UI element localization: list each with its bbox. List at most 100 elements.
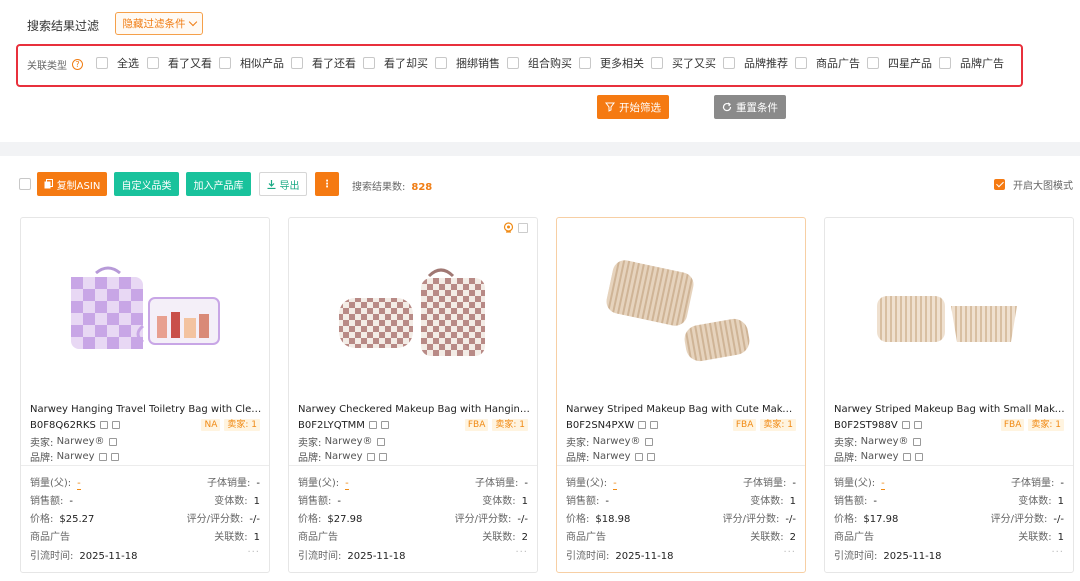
external-link-icon[interactable] bbox=[912, 437, 921, 446]
reset-conditions-button[interactable]: 重置条件 bbox=[714, 95, 786, 119]
brand-row: 品牌: Narwey bbox=[566, 449, 796, 464]
external-link-icon[interactable] bbox=[650, 421, 659, 429]
brand-name[interactable]: Narwey bbox=[593, 451, 631, 462]
relation-option-bundle[interactable]: 捆绑销售 bbox=[435, 55, 507, 71]
relation-option-viewed-also-viewed[interactable]: 看了还看 bbox=[291, 55, 363, 71]
external-link-icon[interactable] bbox=[378, 452, 387, 461]
seller-name[interactable]: Narwey® bbox=[325, 436, 373, 447]
external-link-icon[interactable] bbox=[108, 437, 117, 446]
checkbox[interactable] bbox=[867, 57, 879, 69]
asin[interactable]: B0F2ST988V bbox=[834, 420, 898, 431]
divider bbox=[825, 465, 1073, 466]
checkbox[interactable] bbox=[291, 57, 303, 69]
copy-icon[interactable] bbox=[638, 421, 647, 429]
checkbox[interactable] bbox=[363, 57, 375, 69]
product-card[interactable]: Narwey Checkered Makeup Bag with Hanging… bbox=[288, 217, 538, 573]
external-link-icon[interactable] bbox=[914, 452, 923, 461]
external-link-icon[interactable] bbox=[644, 437, 653, 446]
rating: 评分/评分数: -/- bbox=[722, 514, 796, 525]
product-title[interactable]: Narwey Striped Makeup Bag with Cute Make… bbox=[566, 404, 798, 415]
external-link-icon[interactable] bbox=[376, 437, 385, 446]
checkbox[interactable] bbox=[96, 57, 108, 69]
external-link-icon[interactable] bbox=[110, 452, 119, 461]
brand-name[interactable]: Narwey bbox=[325, 451, 363, 462]
filter-icon bbox=[605, 102, 615, 112]
relation-option-also-viewed[interactable]: 看了又看 bbox=[147, 55, 219, 71]
copy-icon[interactable] bbox=[368, 421, 377, 429]
brand-row: 品牌: Narwey bbox=[298, 449, 528, 464]
checkbox[interactable] bbox=[219, 57, 231, 69]
start-filter-button[interactable]: 开始筛选 bbox=[597, 95, 669, 119]
copy-icon[interactable] bbox=[366, 452, 375, 461]
more-dots-icon[interactable]: ··· bbox=[247, 547, 260, 558]
asin[interactable]: B0F2LYQTMM bbox=[298, 420, 365, 431]
external-link-icon[interactable] bbox=[380, 421, 389, 429]
checkbox[interactable] bbox=[795, 57, 807, 69]
ad-label: 商品广告 bbox=[566, 532, 606, 543]
export-button[interactable]: 导出 bbox=[259, 172, 307, 196]
product-card[interactable]: Narwey Striped Makeup Bag with Cute Make… bbox=[556, 217, 806, 573]
traffic-time: 引流时间: 2025-11-18 bbox=[298, 551, 406, 562]
product-title[interactable]: Narwey Striped Makeup Bag with Small Mak… bbox=[834, 404, 1066, 415]
sales-parent: 销量(父): - bbox=[30, 478, 81, 490]
asin[interactable]: B0F2SN4PXW bbox=[566, 420, 634, 431]
result-count-value: 828 bbox=[411, 182, 433, 193]
external-link-icon[interactable] bbox=[646, 452, 655, 461]
checkbox[interactable] bbox=[147, 57, 159, 69]
big-image-mode-toggle[interactable]: 开启大图模式 bbox=[994, 177, 1073, 192]
ad-label: 商品广告 bbox=[834, 532, 874, 543]
relation-option-bought-bought[interactable]: 买了又买 bbox=[651, 55, 723, 71]
asin-row: B0F2ST988V FBA 卖家: 1 bbox=[834, 419, 1064, 431]
checkbox[interactable] bbox=[579, 57, 591, 69]
product-card[interactable]: Narwey Striped Makeup Bag with Small Mak… bbox=[824, 217, 1074, 573]
brand-name[interactable]: Narwey bbox=[861, 451, 899, 462]
help-icon[interactable]: ? bbox=[72, 59, 83, 70]
checkbox[interactable] bbox=[507, 57, 519, 69]
relation-option-brand-recommend[interactable]: 品牌推荐 bbox=[723, 55, 795, 71]
results-panel: 复制ASIN 自定义品类 加入产品库 导出 ⋮ 搜索结果数: 828 开启大图模式 bbox=[0, 156, 1080, 581]
relation-option-four-star[interactable]: 四星产品 bbox=[867, 55, 939, 71]
copy-icon[interactable] bbox=[901, 421, 910, 429]
product-title[interactable]: Narwey Hanging Travel Toiletry Bag with … bbox=[30, 404, 262, 415]
more-dots-icon[interactable]: ··· bbox=[783, 547, 796, 558]
relation-option-select-all[interactable]: 全选 bbox=[96, 55, 147, 71]
external-link-icon[interactable] bbox=[111, 421, 120, 429]
copy-icon[interactable] bbox=[98, 452, 107, 461]
checkbox[interactable] bbox=[651, 57, 663, 69]
relation-option-viewed-bought[interactable]: 看了却买 bbox=[363, 55, 435, 71]
more-dots-icon[interactable]: ··· bbox=[1051, 547, 1064, 558]
checked-checkbox[interactable] bbox=[994, 179, 1005, 190]
relation-option-brand-ads[interactable]: 品牌广告 bbox=[939, 55, 1011, 71]
checkbox[interactable] bbox=[435, 57, 447, 69]
hide-filter-label: 隐藏过滤条件 bbox=[122, 18, 186, 30]
product-title[interactable]: Narwey Checkered Makeup Bag with Hanging… bbox=[298, 404, 530, 415]
more-actions-button[interactable]: ⋮ bbox=[315, 172, 339, 196]
copy-icon[interactable] bbox=[99, 421, 108, 429]
filter-panel: 搜索结果过滤 隐藏过滤条件 关联类型 ? 全选 看了又看 相似产品 看了还看 看… bbox=[0, 0, 1080, 142]
external-link-icon[interactable] bbox=[913, 421, 922, 429]
product-card[interactable]: Narwey Hanging Travel Toiletry Bag with … bbox=[20, 217, 270, 573]
custom-category-button[interactable]: 自定义品类 bbox=[114, 172, 179, 196]
select-all-checkbox[interactable] bbox=[19, 178, 31, 190]
relation-option-more-related[interactable]: 更多相关 bbox=[579, 55, 651, 71]
relation-option-product-ads[interactable]: 商品广告 bbox=[795, 55, 867, 71]
seller-name[interactable]: Narwey® bbox=[57, 436, 105, 447]
checkbox[interactable] bbox=[939, 57, 951, 69]
relation-option-similar[interactable]: 相似产品 bbox=[219, 55, 291, 71]
copy-asin-button[interactable]: 复制ASIN bbox=[37, 172, 107, 196]
brand-name[interactable]: Narwey bbox=[57, 451, 95, 462]
add-to-library-button[interactable]: 加入产品库 bbox=[186, 172, 251, 196]
product-image bbox=[71, 266, 220, 349]
hide-filter-button[interactable]: 隐藏过滤条件 bbox=[115, 12, 203, 35]
divider bbox=[557, 465, 805, 466]
relation-option-combo[interactable]: 组合购买 bbox=[507, 55, 579, 71]
asin[interactable]: B0F8Q62RKS bbox=[30, 420, 96, 431]
price: 价格: $17.98 bbox=[834, 514, 899, 525]
seller-name[interactable]: Narwey® bbox=[593, 436, 641, 447]
more-dots-icon[interactable]: ··· bbox=[515, 547, 528, 558]
copy-icon[interactable] bbox=[902, 452, 911, 461]
checkbox[interactable] bbox=[723, 57, 735, 69]
results-toolbar: 复制ASIN 自定义品类 加入产品库 导出 ⋮ 搜索结果数: 828 开启大图模式 bbox=[0, 170, 1080, 198]
seller-name[interactable]: Narwey® bbox=[861, 436, 909, 447]
copy-icon[interactable] bbox=[634, 452, 643, 461]
